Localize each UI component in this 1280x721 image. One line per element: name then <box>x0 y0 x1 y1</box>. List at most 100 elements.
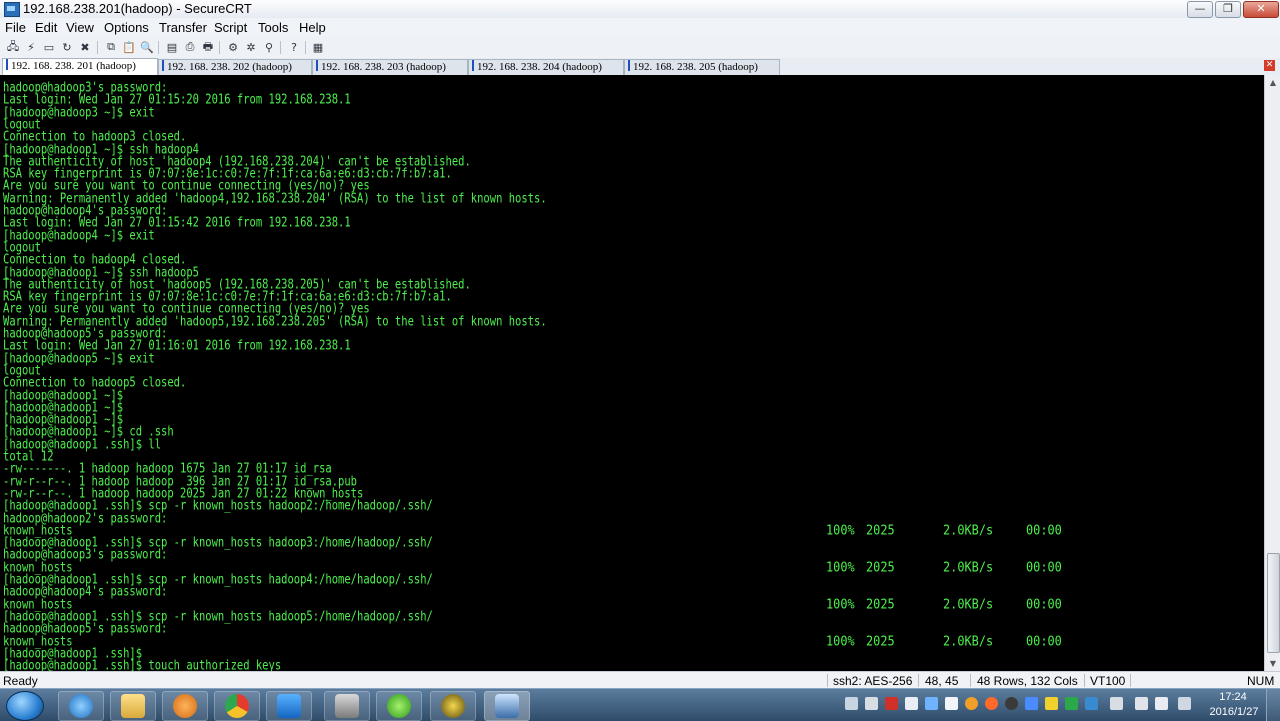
tray-app2-icon[interactable] <box>985 697 998 710</box>
transfer-pct: 100% <box>826 633 855 649</box>
menu-options[interactable]: Options <box>104 20 149 35</box>
tray-antivirus-icon[interactable] <box>885 697 898 710</box>
transfer-size: 2025 <box>866 522 895 539</box>
file-explorer-icon[interactable] <box>110 691 156 721</box>
transfer-rate: 2.0KB/s <box>943 633 994 649</box>
tab-activity-marker <box>316 60 318 71</box>
title-bar: 192.168.238.201(hadoop) - SecureCRT — ❐ … <box>0 0 1280 19</box>
toolbar-separator <box>158 41 159 54</box>
green-app-icon[interactable] <box>376 691 422 721</box>
tray-chrome-icon[interactable] <box>965 697 978 710</box>
terminal-line: [hadoop@hadoop1 .ssh]$ touch authorized_… <box>3 658 282 671</box>
tab-label: 192. 168. 238. 202 (hadoop) <box>167 61 292 73</box>
toolbar-separator <box>305 41 306 54</box>
menu-transfer[interactable]: Transfer <box>159 20 207 35</box>
copy-icon[interactable]: ⧉ <box>104 40 118 54</box>
close-button[interactable]: ✕ <box>1243 1 1279 18</box>
tray-qq-icon[interactable] <box>1005 697 1018 710</box>
print-setup-icon[interactable]: ▤ <box>165 40 179 54</box>
print-screen-icon[interactable]: 🖶 <box>201 40 215 54</box>
scrollbar-thumb[interactable] <box>1267 553 1280 653</box>
status-cipher: ssh2: AES-256 <box>833 674 913 688</box>
tray-app-icon[interactable] <box>905 697 918 710</box>
tray-action-center-icon[interactable] <box>1110 697 1123 710</box>
status-separator <box>827 674 828 687</box>
terminal-scrollbar[interactable]: ▲ ▼ <box>1264 75 1280 671</box>
tray-volume-icon[interactable] <box>1155 697 1168 710</box>
connect-tab-icon[interactable]: ▭ <box>42 40 56 54</box>
tray-network-icon[interactable] <box>1178 697 1191 710</box>
tab-session-202[interactable]: 192. 168. 238. 202 (hadoop) <box>158 59 312 75</box>
print-icon[interactable]: ⎙ <box>183 40 197 54</box>
disconnect-icon[interactable]: ✖ <box>78 40 92 54</box>
menu-tools[interactable]: Tools <box>258 20 288 35</box>
outlook-icon[interactable] <box>266 691 312 721</box>
menu-file[interactable]: File <box>5 20 26 35</box>
sftp-icon[interactable]: ▦ <box>311 40 325 54</box>
show-desktop-button[interactable] <box>1266 689 1280 721</box>
status-separator <box>970 674 971 687</box>
scroll-up-icon[interactable]: ▲ <box>1265 75 1280 90</box>
chrome-icon[interactable] <box>214 691 260 721</box>
tray-display-icon[interactable] <box>1085 697 1098 710</box>
keymap-icon[interactable]: ⚲ <box>262 40 276 54</box>
menu-help[interactable]: Help <box>299 20 326 35</box>
transfer-rate: 2.0KB/s <box>943 522 994 539</box>
tab-session-204[interactable]: 192. 168. 238. 204 (hadoop) <box>468 59 624 75</box>
clock-date[interactable]: 2016/1/27 <box>1206 706 1262 718</box>
start-button-icon[interactable] <box>6 691 44 721</box>
tray-bluetooth-icon[interactable] <box>1025 697 1038 710</box>
tray-security-icon[interactable] <box>1065 697 1078 710</box>
toolbar: 🖧 ⚡ ▭ ↻ ✖ ⧉ 📋 🔍 ▤ ⎙ 🖶 ⚙ ✲ ⚲ ? ▦ <box>0 37 1280 59</box>
menu-script[interactable]: Script <box>214 20 247 35</box>
paste-icon[interactable]: 📋 <box>122 40 136 54</box>
menu-edit[interactable]: Edit <box>35 20 57 35</box>
quick-connect-icon[interactable]: ⚡ <box>24 40 38 54</box>
transfer-time: 00:00 <box>1026 633 1062 649</box>
lock-app-icon[interactable] <box>324 691 370 721</box>
tray-network-app-icon[interactable] <box>925 697 938 710</box>
transfer-time: 00:00 <box>1026 559 1062 575</box>
scroll-down-icon[interactable]: ▼ <box>1265 656 1280 671</box>
internet-explorer-icon[interactable] <box>58 691 104 721</box>
tab-session-205[interactable]: 192. 168. 238. 205 (hadoop) <box>624 59 780 75</box>
transfer-time: 00:00 <box>1026 596 1062 612</box>
transfer-time: 00:00 <box>1026 522 1062 539</box>
toolbar-separator <box>219 41 220 54</box>
terminal-screen[interactable]: hadoop@hadoop3's password: Last login: We… <box>0 75 1264 671</box>
toolbar-separator <box>280 41 281 54</box>
tray-app4-icon[interactable] <box>1135 697 1148 710</box>
tray-windows-icon[interactable] <box>945 697 958 710</box>
transfer-rate: 2.0KB/s <box>943 559 994 575</box>
menu-view[interactable]: View <box>66 20 94 35</box>
tray-keyboard-icon[interactable] <box>845 697 858 710</box>
tray-input-icon[interactable] <box>865 697 878 710</box>
tab-label: 192. 168. 238. 203 (hadoop) <box>321 61 446 73</box>
maximize-button[interactable]: ❐ <box>1215 1 1241 18</box>
tab-session-201[interactable]: 192. 168. 238. 201 (hadoop) <box>2 58 158 76</box>
transfer-rate: 2.0KB/s <box>943 596 994 612</box>
close-tab-icon[interactable]: ✕ <box>1264 60 1275 71</box>
help-icon[interactable]: ? <box>287 40 301 54</box>
global-options-icon[interactable]: ✲ <box>244 40 258 54</box>
window-title: 192.168.238.201(hadoop) - SecureCRT <box>23 1 252 16</box>
find-icon[interactable]: 🔍 <box>140 40 154 54</box>
tray-app3-icon[interactable] <box>1045 697 1058 710</box>
tab-label: 192. 168. 238. 201 (hadoop) <box>11 60 136 72</box>
winrar-icon[interactable] <box>430 691 476 721</box>
clock-time[interactable]: 17:24 <box>1213 691 1253 703</box>
status-separator <box>1130 674 1131 687</box>
status-ready: Ready <box>3 674 38 688</box>
status-bar: Ready ssh2: AES-256 48, 45 48 Rows, 132 … <box>0 671 1280 689</box>
session-options-icon[interactable]: ⚙ <box>226 40 240 54</box>
tab-session-203[interactable]: 192. 168. 238. 203 (hadoop) <box>312 59 468 75</box>
session-tab-bar: 192. 168. 238. 201 (hadoop) 192. 168. 23… <box>0 58 1280 76</box>
minimize-button[interactable]: — <box>1187 1 1213 18</box>
connect-icon[interactable]: 🖧 <box>6 40 20 54</box>
status-terminal-size: 48 Rows, 132 Cols <box>977 674 1078 688</box>
media-player-icon[interactable] <box>162 691 208 721</box>
securecrt-icon[interactable] <box>484 691 530 721</box>
windows-taskbar: 17:24 2016/1/27 <box>0 688 1280 721</box>
transfer-pct: 100% <box>826 522 855 539</box>
reconnect-icon[interactable]: ↻ <box>60 40 74 54</box>
